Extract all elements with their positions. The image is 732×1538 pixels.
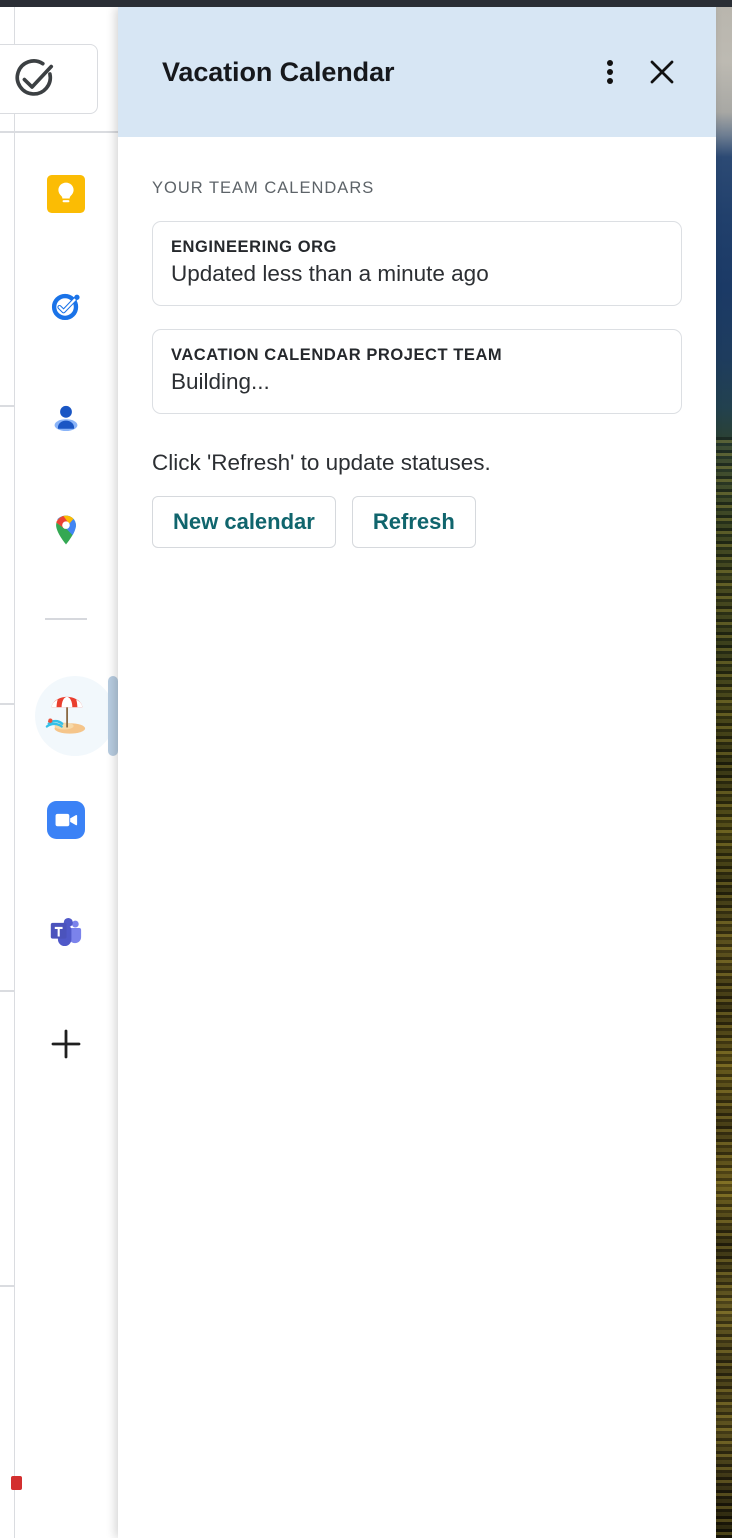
refresh-button[interactable]: Refresh (351, 496, 476, 548)
rail-item-microsoft-teams[interactable] (15, 900, 117, 964)
app-side-rail (11, 134, 117, 1538)
window-top-bar (0, 0, 732, 7)
page-divider-horizontal (0, 703, 14, 705)
rail-divider (45, 618, 87, 620)
check-circle-icon (11, 56, 57, 102)
tasks-button[interactable] (0, 44, 98, 114)
calendar-name: ENGINEERING ORG (171, 238, 337, 256)
hint-text: Click 'Refresh' to update statuses. (152, 450, 491, 475)
page-title: Vacation Calendar (162, 56, 395, 87)
calendar-status: Building... (171, 369, 270, 394)
page-divider-horizontal (0, 1285, 14, 1287)
calendar-card[interactable]: VACATION CALENDAR PROJECT TEAM Building.… (152, 329, 682, 414)
panel-body: YOUR TEAM CALENDARS ENGINEERING ORG Upda… (118, 137, 716, 548)
selected-item-indicator (108, 676, 118, 756)
page-divider-horizontal (0, 405, 14, 407)
close-icon (647, 57, 677, 87)
person-icon (47, 399, 85, 437)
rail-item-vacation-calendar[interactable] (15, 676, 117, 756)
rail-item-google-contacts[interactable] (15, 386, 117, 450)
screen: Vacation Calendar YOUR TEAM CALENDARS EN… (0, 0, 732, 1538)
task-check-icon (47, 287, 85, 325)
kebab-menu-button[interactable] (584, 46, 636, 98)
rail-item-google-keep[interactable] (15, 162, 117, 226)
map-pin-icon (48, 512, 84, 548)
lightbulb-icon (47, 175, 85, 213)
panel-header: Vacation Calendar (118, 7, 716, 137)
action-button-row: New calendar Refresh (152, 496, 682, 548)
kebab-menu-icon (607, 57, 613, 88)
notification-badge (11, 1476, 22, 1490)
rail-item-google-maps[interactable] (15, 498, 117, 562)
close-button[interactable] (636, 46, 688, 98)
section-label: YOUR TEAM CALENDARS (152, 179, 375, 197)
calendar-status: Updated less than a minute ago (171, 261, 489, 286)
vacation-calendar-panel: Vacation Calendar YOUR TEAM CALENDARS EN… (118, 7, 716, 1538)
calendar-card[interactable]: ENGINEERING ORG Updated less than a minu… (152, 221, 682, 306)
teams-icon (47, 913, 85, 951)
beach-umbrella-icon (43, 694, 89, 738)
page-divider-horizontal (0, 990, 14, 992)
rail-item-zoom[interactable] (15, 788, 117, 852)
new-calendar-button[interactable]: New calendar (152, 496, 336, 548)
add-app-button[interactable] (15, 1012, 117, 1076)
calendar-name: VACATION CALENDAR PROJECT TEAM (171, 346, 503, 364)
rail-item-google-tasks[interactable] (15, 274, 117, 338)
plus-icon (49, 1027, 83, 1061)
video-camera-icon (47, 801, 85, 839)
